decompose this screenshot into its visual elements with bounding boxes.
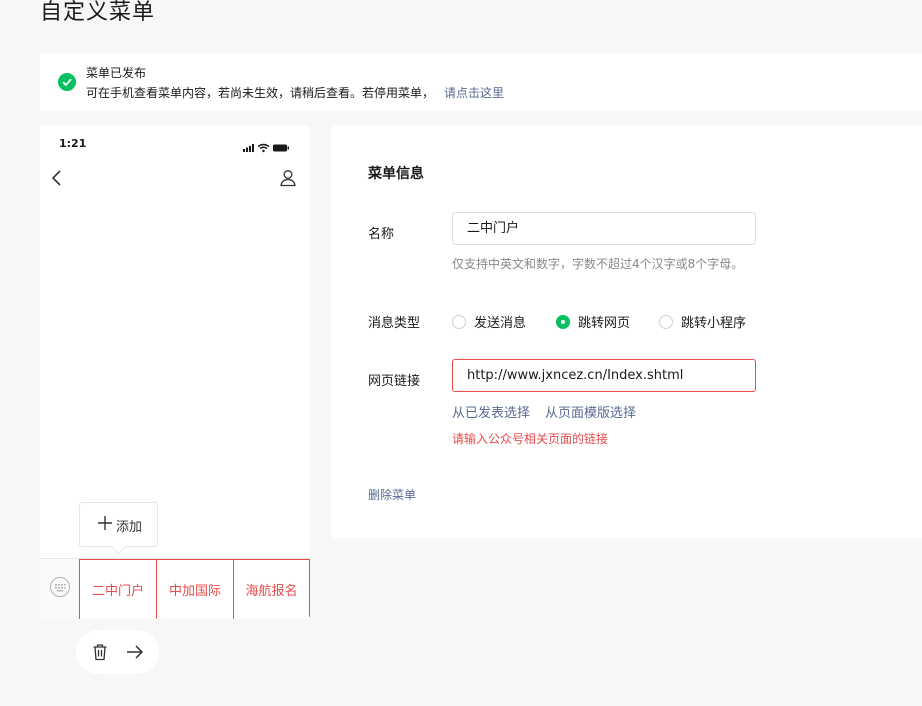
menu-bar: 二中门户 中加国际 海航报名 — [40, 558, 310, 619]
radio-label: 跳转网页 — [578, 316, 631, 331]
select-template-link[interactable]: 从页面模版选择 — [545, 402, 636, 421]
radio-dot — [659, 314, 673, 329]
menu-actions — [76, 630, 159, 674]
publish-notice: 菜单已发布 可在手机查看菜单内容，若尚未生效，请稍后查看。若停用菜单， 请点击这里 — [40, 53, 922, 111]
radio-dot — [452, 314, 466, 329]
check-circle-icon — [58, 73, 76, 91]
radio-send-message[interactable]: 发送消息 — [452, 312, 526, 331]
radio-jump-webpage[interactable]: 跳转网页 — [556, 312, 630, 331]
notice-title: 菜单已发布 — [86, 66, 147, 80]
page-title: 自定义菜单 — [40, 0, 156, 25]
radio-jump-miniprogram[interactable]: 跳转小程序 — [659, 312, 746, 331]
add-menu-button[interactable]: 添加 — [79, 502, 158, 547]
phone-screen: 1:21 添加 — [40, 125, 310, 558]
user-icon[interactable] — [280, 169, 296, 191]
name-label: 名称 — [368, 227, 395, 242]
menu-item-2[interactable]: 中加国际 — [156, 559, 234, 619]
wifi-icon — [257, 143, 270, 153]
keyboard-icon[interactable] — [50, 577, 70, 597]
plus-icon — [97, 515, 113, 531]
menu-item-1[interactable]: 二中门户 — [79, 559, 157, 619]
notice-body: 可在手机查看菜单内容，若尚未生效，请稍后查看。若停用菜单， 请点击这里 — [86, 84, 504, 101]
radio-label: 跳转小程序 — [681, 316, 747, 331]
status-icons — [243, 138, 293, 157]
select-published-link[interactable]: 从已发表选择 — [452, 402, 530, 421]
phone-preview: 1:21 添加 二中门户 中加国际 海航报名 — [40, 125, 310, 619]
add-label: 添加 — [116, 520, 143, 535]
radio-dot — [556, 314, 570, 329]
back-icon[interactable] — [50, 169, 64, 191]
type-label: 消息类型 — [368, 316, 421, 331]
name-hint: 仅支持中英文和数字，字数不超过4个汉字或8个字母。 — [452, 257, 744, 271]
menu-info-panel: 菜单信息 名称 二中门户 仅支持中英文和数字，字数不超过4个汉字或8个字母。 消… — [331, 125, 922, 538]
trash-icon[interactable] — [92, 643, 108, 665]
menu-item-3[interactable]: 海航报名 — [233, 559, 310, 619]
radio-label: 发送消息 — [474, 316, 527, 331]
name-input[interactable]: 二中门户 — [452, 212, 756, 245]
panel-title: 菜单信息 — [368, 166, 424, 182]
notice-text: 可在手机查看菜单内容，若尚未生效，请稍后查看。若停用菜单， — [86, 86, 435, 100]
arrow-right-icon[interactable] — [125, 642, 145, 666]
delete-menu-link[interactable]: 删除菜单 — [368, 486, 416, 503]
battery-icon — [273, 144, 289, 152]
link-error: 请输入公众号相关页面的链接 — [452, 432, 609, 446]
link-input[interactable]: http://www.jxncez.cn/Index.shtml — [452, 359, 756, 392]
link-label: 网页链接 — [368, 374, 421, 389]
status-time: 1:21 — [59, 137, 87, 150]
signal-icon — [243, 144, 254, 152]
disable-menu-link[interactable]: 请点击这里 — [444, 86, 504, 100]
